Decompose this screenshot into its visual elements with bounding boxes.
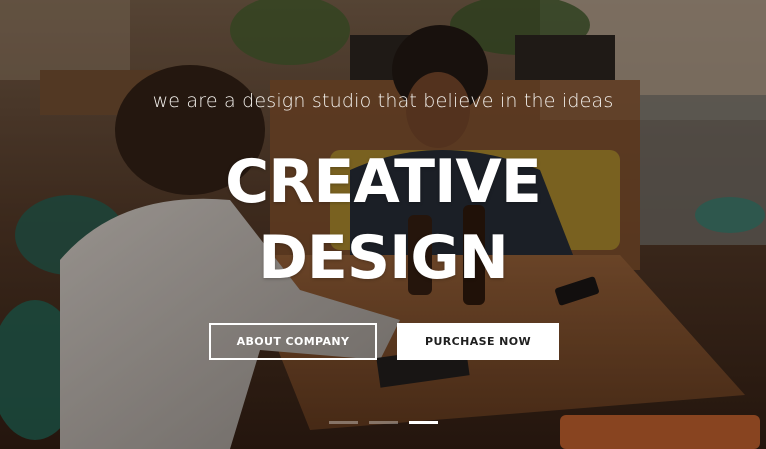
slider-dot-1[interactable]: [329, 421, 358, 424]
hero-slider: we are a design studio that believe in t…: [0, 0, 766, 449]
hero-tagline: we are a design studio that believe in t…: [152, 90, 614, 112]
about-company-button[interactable]: ABOUT COMPANY: [209, 323, 377, 360]
slider-dot-2[interactable]: [369, 421, 398, 424]
slider-dot-3[interactable]: [409, 421, 438, 424]
purchase-now-button[interactable]: PURCHASE NOW: [397, 323, 559, 360]
hero-headline-line2: DESIGN: [258, 223, 509, 293]
hero-headline-line1: CREATIVE: [225, 147, 542, 217]
slider-pagination: [329, 421, 438, 424]
